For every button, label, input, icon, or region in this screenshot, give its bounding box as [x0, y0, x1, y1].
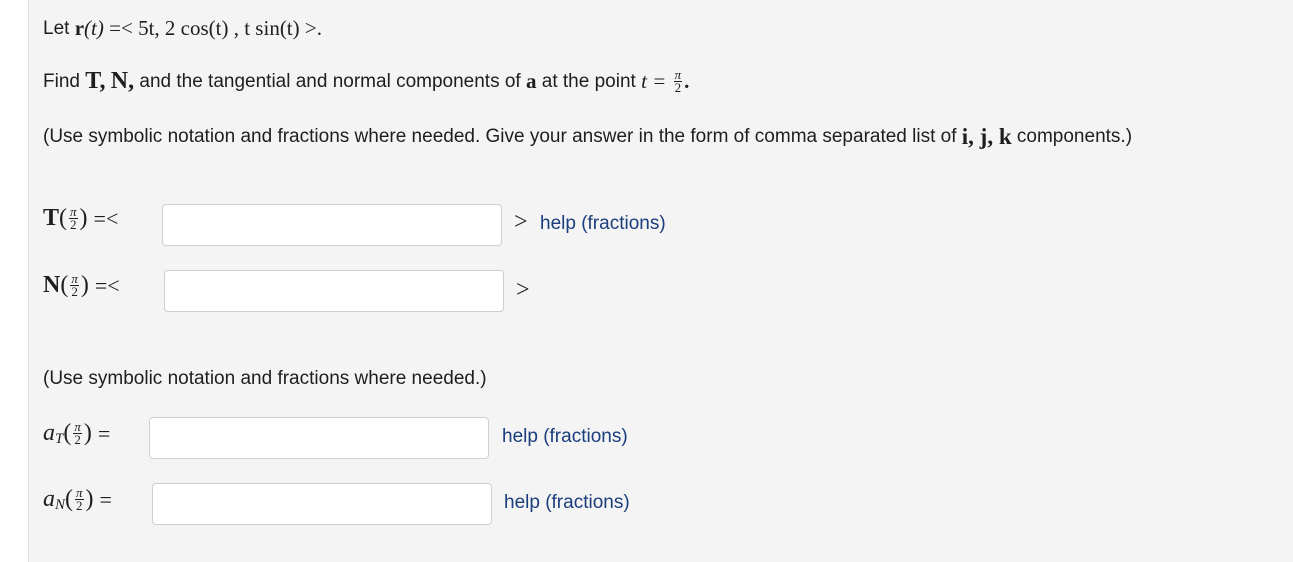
pi-over-2-fraction: π 2 [673, 67, 683, 95]
vector-r: r [74, 16, 85, 40]
vector-T: T, [85, 68, 106, 94]
t-equals: t = [641, 69, 667, 93]
pi-over-2-fraction: π 2 [73, 419, 82, 447]
help-fractions-link-aT[interactable]: help (fractions) [502, 426, 628, 448]
aT-answer-input[interactable] [149, 417, 489, 459]
vector-a: a [526, 69, 537, 93]
problem-statement-line: Let r (t) =< 5t, 2 cos(t) , t sin(t) >. [43, 16, 322, 41]
aT-label: a T ( π 2 ) = [43, 419, 111, 447]
instructions-text-2: (Use symbolic notation and fractions whe… [43, 368, 487, 389]
N-close-bracket: > [516, 277, 530, 303]
r-definition: =< 5t, 2 cos(t) , t sin(t) >. [109, 16, 322, 40]
T-answer-input[interactable] [162, 204, 502, 246]
let-text: Let [43, 17, 70, 39]
pi-over-2-fraction: π 2 [75, 485, 84, 513]
N-answer-input[interactable] [164, 270, 504, 312]
aN-answer-input[interactable] [152, 483, 492, 525]
instructions-line: (Use symbolic notation and fractions whe… [43, 124, 1132, 150]
pi-over-2-fraction: π 2 [69, 204, 78, 232]
find-line: Find T, N, and the tangential and normal… [43, 67, 690, 95]
find-mid-text: and the tangential and normal components… [139, 70, 521, 92]
instructions-text: (Use symbolic notation and fractions whe… [43, 126, 957, 147]
T-close-bracket: > [514, 209, 528, 235]
vector-N: N, [110, 68, 135, 94]
help-fractions-link-T[interactable]: help (fractions) [540, 213, 666, 235]
find-suffix-text: at the point [541, 70, 636, 92]
pi-over-2-fraction: π 2 [70, 271, 79, 299]
ijk-components: i, j, k [961, 124, 1012, 149]
N-label: N ( π 2 ) =< [43, 271, 120, 299]
instructions-line-2: (Use symbolic notation and fractions whe… [43, 368, 487, 390]
instructions-end: components.) [1016, 126, 1133, 147]
aN-label: a N ( π 2 ) = [43, 485, 112, 513]
T-label: T ( π 2 ) =< [43, 204, 119, 232]
find-text: Find [43, 70, 80, 92]
help-fractions-link-aN[interactable]: help (fractions) [504, 492, 630, 514]
r-argument: (t) [84, 16, 104, 40]
